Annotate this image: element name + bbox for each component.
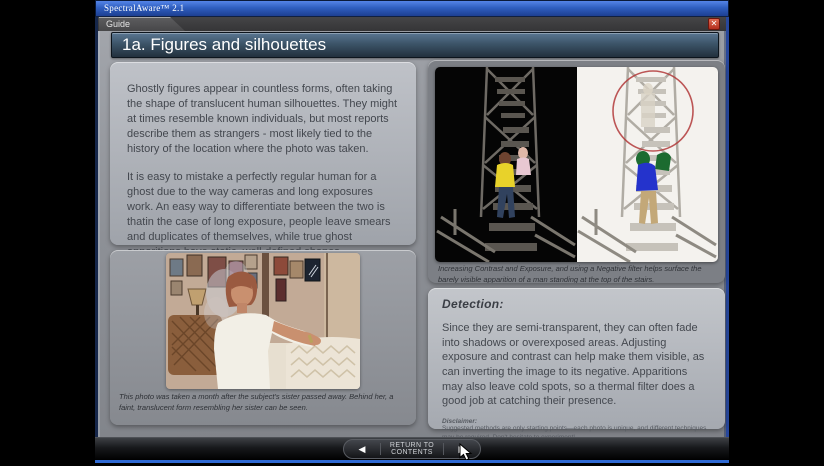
content-area: 1a. Figures and silhouettes Ghostly figu… [95,31,729,437]
window-bottom-accent [95,460,729,463]
detection-title: Detection: [442,297,711,311]
intro-paragraph-1: Ghostly figures appear in countless form… [127,82,399,157]
stairs-photo [435,67,718,262]
sister-photo [166,253,360,389]
prev-arrow-icon[interactable]: ◀ [344,444,380,455]
tab-guide-label: Guide [106,19,130,29]
return-to-contents-button[interactable]: RETURN TO CONTENTS [381,442,443,456]
footer-bar: ◀ RETURN TO CONTENTS ▶ [95,437,729,460]
close-icon[interactable]: ✕ [708,18,720,30]
stairs-photo-illustration [435,67,718,262]
detection-body: Since they are semi-transparent, they ca… [442,321,711,409]
stairs-photo-caption: Increasing Contrast and Exposure, and us… [428,262,725,283]
stairs-photo-panel: Increasing Contrast and Exposure, and us… [428,60,725,283]
sister-photo-illustration [166,253,360,389]
tab-guide[interactable]: Guide [99,17,185,31]
intro-text-panel: Ghostly figures appear in countless form… [110,62,416,245]
window-title: SpectralAware™ 2.1 [104,3,184,13]
cursor-icon [459,443,473,461]
intro-paragraph-2: It is easy to mistake a perfectly regula… [127,170,399,260]
page-title: 1a. Figures and silhouettes [122,35,326,54]
app-window: SpectralAware™ 2.1 Guide ✕ 1a. Figures a… [95,0,729,466]
titlebar: SpectralAware™ 2.1 [95,0,729,17]
sister-photo-panel: This photo was taken a month after the s… [110,250,416,425]
sister-photo-caption: This photo was taken a month after the s… [110,389,416,414]
tab-strip: Guide ✕ [95,17,729,31]
page-title-bar: 1a. Figures and silhouettes [111,32,719,58]
disclaimer-title: Disclaimer: [442,418,711,425]
detection-panel: Detection: Since they are semi-transpare… [428,288,725,429]
